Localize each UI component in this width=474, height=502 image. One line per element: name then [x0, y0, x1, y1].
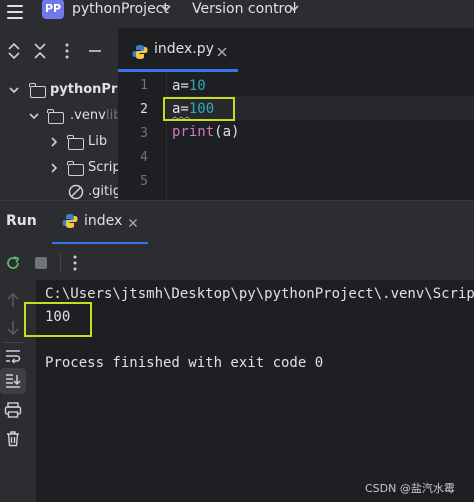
chevron-down-icon[interactable] — [288, 0, 300, 16]
chevron-right-icon[interactable] — [48, 162, 60, 174]
folder-icon — [67, 135, 84, 150]
stop-icon[interactable] — [35, 257, 47, 269]
toolbar-divider — [4, 342, 24, 343]
tab-label: index.py — [154, 41, 214, 57]
tree-item-project-root[interactable]: pythonProj — [0, 77, 131, 103]
scroll-up-icon[interactable] — [6, 292, 20, 308]
expand-collapse-icon[interactable] — [5, 42, 23, 60]
toolbar-divider — [60, 252, 61, 272]
close-icon[interactable] — [216, 46, 228, 58]
line-number: 1 — [140, 78, 148, 93]
minimize-icon[interactable] — [86, 42, 104, 60]
line-number: 4 — [140, 150, 148, 165]
tree-item-gitignore[interactable]: .gitig — [0, 179, 118, 200]
line-gutter: 1 2 3 4 5 — [118, 72, 166, 200]
scroll-to-end-icon[interactable] — [4, 373, 22, 389]
watermark: CSDN @盐汽水霉 — [365, 482, 455, 495]
chevron-right-icon[interactable] — [48, 136, 60, 148]
console-command-line: C:\Users\jtsmh\Desktop\py\pythonProject\… — [45, 286, 474, 302]
tree-item-venv[interactable]: .venv lib — [0, 103, 121, 129]
soft-wrap-icon[interactable] — [4, 348, 22, 364]
folder-icon — [47, 109, 64, 124]
project-name[interactable]: pythonProject — [72, 0, 169, 19]
chevron-down-icon[interactable] — [8, 84, 20, 96]
folder-icon — [67, 161, 84, 176]
python-file-icon — [132, 45, 148, 59]
console-output[interactable] — [36, 280, 474, 502]
tree-item-label: .venv — [70, 108, 106, 123]
rerun-icon[interactable] — [4, 254, 22, 272]
tree-item-lib[interactable]: Lib — [0, 129, 118, 155]
code-line[interactable]: a=10 — [172, 78, 206, 94]
tree-item-label: Lib — [88, 134, 108, 149]
function-name: print — [172, 124, 215, 140]
project-badge[interactable]: PP — [42, 0, 64, 19]
gutter-separator — [166, 72, 167, 200]
tab-index-py[interactable]: index.py — [118, 38, 238, 72]
chevron-down-icon[interactable] — [160, 0, 172, 16]
close-icon[interactable] — [128, 218, 138, 228]
folder-icon — [29, 83, 46, 98]
highlight-box — [163, 97, 235, 121]
line-number: 3 — [140, 126, 148, 141]
chevron-down-icon[interactable] — [28, 110, 40, 122]
code-line[interactable]: print(a) — [172, 124, 239, 140]
tree-item-label: Scrip — [88, 160, 121, 175]
code-text: (a) — [214, 124, 240, 140]
highlight-box — [24, 302, 92, 337]
run-title: Run — [6, 213, 37, 229]
line-number: 2 — [140, 102, 148, 117]
scroll-down-icon[interactable] — [6, 320, 20, 336]
python-file-icon — [62, 213, 78, 229]
version-control-menu[interactable]: Version control — [192, 0, 296, 19]
line-number: 5 — [140, 174, 148, 189]
print-icon[interactable] — [4, 402, 22, 418]
tree-item-scripts[interactable]: Scrip — [0, 155, 121, 181]
number-literal: 10 — [188, 78, 206, 94]
more-options-icon[interactable] — [68, 254, 82, 272]
hamburger-menu-icon[interactable] — [5, 1, 25, 21]
console-exit-message: Process finished with exit code 0 — [45, 355, 324, 371]
collapse-all-icon[interactable] — [31, 42, 49, 60]
run-tab-label[interactable]: index — [84, 213, 122, 229]
ignored-file-icon — [68, 184, 84, 200]
code-text: a= — [172, 78, 189, 94]
trash-icon[interactable] — [5, 430, 21, 447]
more-options-icon[interactable] — [58, 42, 76, 60]
tree-item-label: .gitig — [88, 184, 118, 199]
